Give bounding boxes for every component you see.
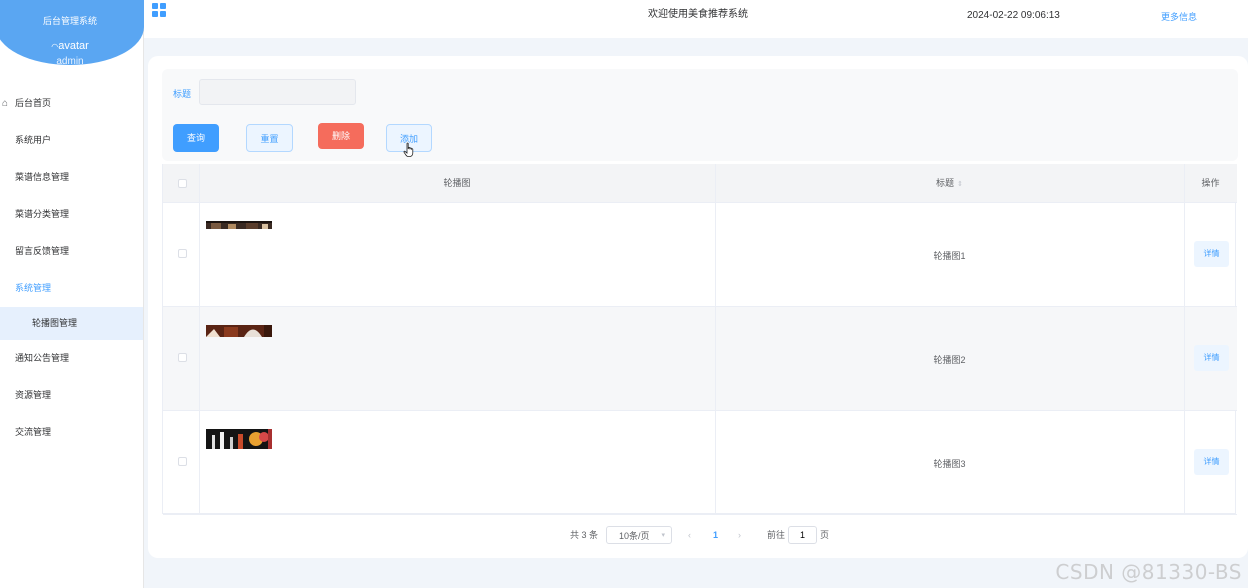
column-divider [199, 164, 200, 514]
row-title: 轮播图1 [933, 251, 966, 261]
page-size-value: 10条/页 [619, 531, 650, 541]
watermark: CSDN @81330-BS [1055, 560, 1242, 584]
column-header-title-label: 标题 [936, 178, 955, 188]
page-size-select[interactable]: 10条/页 ▾ [606, 526, 672, 544]
sidebar-item-feedback[interactable]: 留言反馈管理 [0, 233, 143, 270]
row-title: 轮播图2 [933, 355, 966, 365]
brand-header: 后台管理系统 ◠avatar admin [0, 0, 144, 67]
page-number-current[interactable]: 1 [713, 526, 718, 544]
delete-button[interactable]: 删除 [318, 123, 364, 149]
table-row: 轮播图1 详情 [163, 203, 1237, 307]
sidebar-item-exchange[interactable]: 交流管理 [0, 414, 143, 451]
prev-page-button[interactable]: ‹ [688, 526, 691, 544]
top-bar: 欢迎使用美食推荐系统 2024-02-22 09:06:13 更多信息 [144, 0, 1248, 38]
sidebar-item-label: 通知公告管理 [15, 353, 70, 363]
select-all-checkbox[interactable] [178, 179, 187, 188]
sidebar-item-home[interactable]: ⌂ 后台首页 [0, 85, 143, 122]
hand-cursor-icon [403, 142, 414, 157]
title-search-input[interactable] [199, 79, 356, 105]
carousel-thumbnail[interactable] [206, 429, 272, 449]
chevron-down-icon: ▾ [661, 532, 665, 539]
carousel-thumbnail[interactable] [206, 325, 272, 337]
welcome-text: 欢迎使用美食推荐系统 [648, 9, 748, 20]
sidebar-item-recipe-info[interactable]: 菜谱信息管理 [0, 159, 143, 196]
table-row: 轮播图2 详情 [163, 307, 1237, 411]
carousel-table: 轮播图 标题 ⇕ 操作 轮播图1 详情 轮播图2 详情 轮播图3 详情 [162, 164, 1237, 515]
sidebar-item-notices[interactable]: 通知公告管理 [0, 340, 143, 377]
row-checkbox[interactable] [178, 353, 187, 362]
carousel-thumbnail[interactable] [206, 221, 272, 229]
datetime-display: 2024-02-22 09:06:13 [967, 10, 1060, 21]
detail-button[interactable]: 详情 [1194, 345, 1229, 371]
table-header: 轮播图 标题 ⇕ 操作 [163, 164, 1237, 203]
title-label: 标题 [173, 89, 192, 99]
sidebar-item-label: 菜谱分类管理 [15, 209, 70, 219]
sort-icon[interactable]: ⇕ [957, 165, 963, 204]
row-checkbox[interactable] [178, 249, 187, 258]
sidebar-item-label: 轮播图管理 [32, 318, 78, 328]
username: admin [56, 56, 84, 67]
next-page-button[interactable]: › [738, 526, 741, 544]
sidebar-item-system-management[interactable]: 系统管理 [0, 270, 143, 307]
column-divider [715, 164, 716, 514]
pagination-total: 共 3 条 [570, 530, 599, 540]
row-title: 轮播图3 [933, 459, 966, 469]
page-jump-input[interactable] [788, 526, 817, 544]
sidebar-item-carousel[interactable]: 轮播图管理 [0, 307, 143, 340]
sidebar-menu: ⌂ 后台首页 系统用户 菜谱信息管理 菜谱分类管理 留言反馈管理 系统管理 轮播图… [0, 85, 143, 451]
sidebar-item-label: 交流管理 [15, 427, 52, 437]
sidebar-item-recipe-category[interactable]: 菜谱分类管理 [0, 196, 143, 233]
query-button[interactable]: 查询 [173, 124, 219, 152]
avatar[interactable]: ◠avatar [0, 40, 144, 52]
column-divider [1184, 164, 1185, 514]
sidebar-item-label: 系统管理 [15, 283, 52, 293]
row-checkbox[interactable] [178, 457, 187, 466]
sidebar-item-resources[interactable]: 资源管理 [0, 377, 143, 414]
table-row: 轮播图3 详情 [163, 411, 1237, 515]
sidebar-item-label: 留言反馈管理 [15, 246, 70, 256]
column-header-actions: 操作 [1201, 178, 1220, 188]
sidebar-item-label: 资源管理 [15, 390, 52, 400]
sidebar-item-label: 菜谱信息管理 [15, 172, 70, 182]
sidebar-item-label: 后台首页 [15, 98, 52, 108]
system-name: 后台管理系统 [42, 16, 97, 26]
sidebar: 后台管理系统 ◠avatar admin ⌂ 后台首页 系统用户 菜谱信息管理 菜… [0, 0, 144, 588]
sidebar-item-label: 系统用户 [15, 135, 52, 145]
page-suffix-label: 页 [820, 530, 830, 540]
menu-grid-icon[interactable] [152, 3, 166, 17]
detail-button[interactable]: 详情 [1194, 241, 1229, 267]
home-icon: ⌂ [2, 98, 9, 109]
reset-button[interactable]: 重置 [246, 124, 293, 152]
detail-button[interactable]: 详情 [1194, 449, 1229, 475]
sidebar-item-system-users[interactable]: 系统用户 [0, 122, 143, 159]
column-header-image: 轮播图 [443, 178, 471, 188]
more-info-link[interactable]: 更多信息 [1161, 10, 1197, 23]
avatar-alt-text: avatar [58, 40, 89, 52]
goto-label: 前往 [767, 530, 786, 540]
column-header-title[interactable]: 标题 ⇕ [715, 164, 1184, 203]
